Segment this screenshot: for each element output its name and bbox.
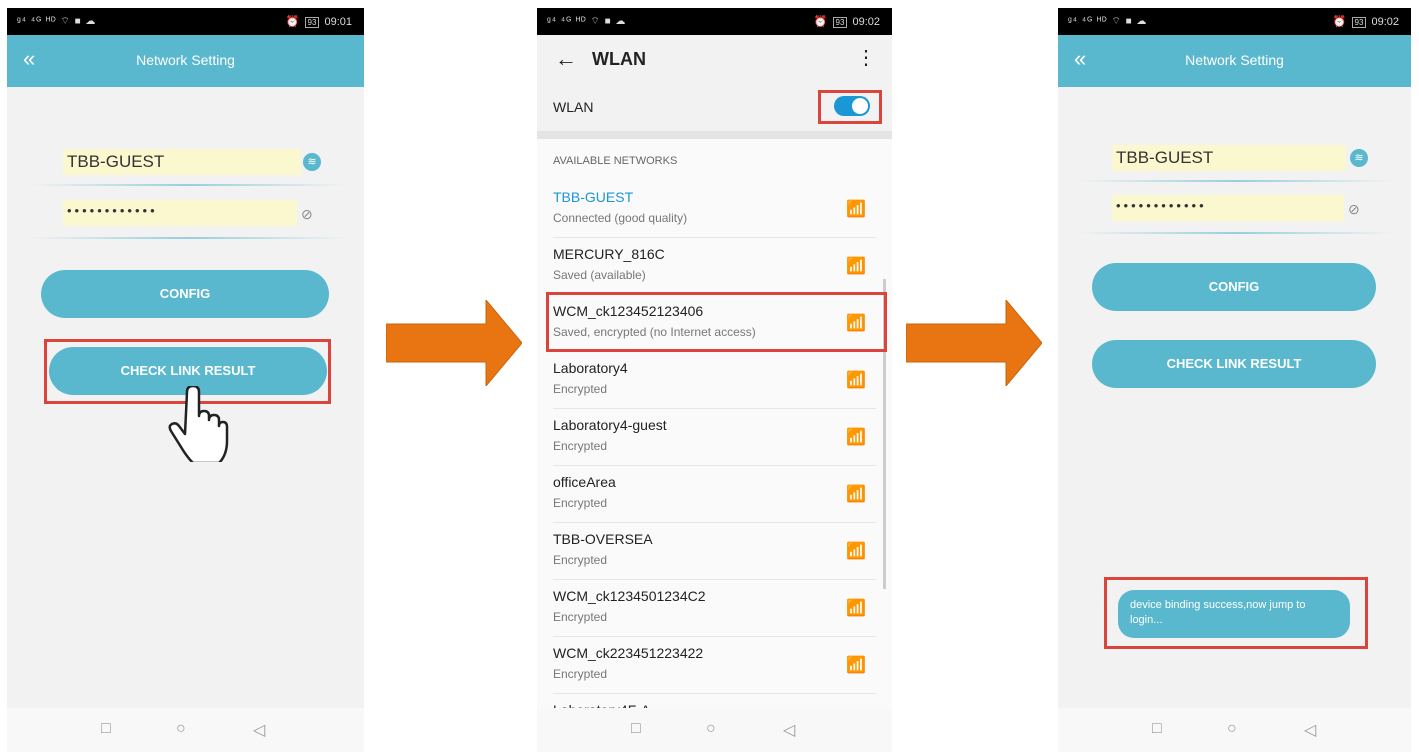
network-item[interactable]: Laboratory4-guest Encrypted 📶 [553, 409, 876, 466]
password-field[interactable]: •••••••••••• [1112, 195, 1344, 221]
page-title: WLAN [592, 49, 646, 69]
status-right: ⏰ 93 09:01 [286, 15, 352, 28]
divider [1078, 180, 1394, 182]
divider [29, 237, 347, 239]
network-status: Encrypted [553, 667, 608, 681]
network-item[interactable]: WCM_ck1234501234C2 Encrypted 📶 [553, 580, 876, 637]
page-title: Network Setting [136, 52, 235, 68]
network-item[interactable]: TBB-OVERSEA Encrypted 📶 [553, 523, 876, 580]
wifi-lock-icon: 📶 [846, 600, 866, 617]
back-icon[interactable]: ◁ [783, 720, 795, 740]
wifi-lock-icon: 📶 [846, 543, 866, 560]
battery-level: 93 [832, 17, 848, 28]
network-item[interactable]: MERCURY_816C Saved (available) 📶 [553, 238, 876, 295]
wifi-icon[interactable]: ≋ [1350, 149, 1368, 167]
highlight-box [818, 90, 882, 124]
status-icons: ᵍ⁴ ⁴ᴳ ᴴᴰ ⌔ ■ ☁ [1068, 16, 1148, 27]
back-arrow-icon[interactable]: ← [555, 46, 577, 72]
status-bar: ᵍ⁴ ⁴ᴳ ᴴᴰ ⌔ ■ ☁ ⏰ 93 09:01 [7, 8, 364, 35]
status-icons: ᵍ⁴ ⁴ᴳ ᴴᴰ ⌔ ■ ☁ [17, 16, 97, 27]
network-status: Encrypted [553, 496, 608, 510]
back-icon[interactable]: ◁ [1304, 720, 1316, 740]
hide-password-icon[interactable]: ⊘ [301, 206, 321, 222]
battery-level: 93 [304, 17, 320, 28]
arrow-right-icon [906, 300, 1042, 386]
network-status: Encrypted [553, 439, 608, 453]
home-icon[interactable]: ○ [176, 720, 186, 738]
network-status: Connected (good quality) [553, 211, 688, 225]
app-header: « Network Setting [1058, 35, 1411, 87]
recents-icon[interactable]: □ [631, 720, 641, 738]
wlan-header: ← WLAN ⋮ [537, 35, 892, 83]
network-name: WCM_ck223451223422 [553, 645, 704, 661]
network-name: Laboratory4-guest [553, 417, 667, 433]
more-options-icon[interactable]: ⋮ [856, 45, 876, 70]
network-name: WCM_ck1234501234C2 [553, 588, 706, 604]
wifi-icon: 📶 [846, 258, 866, 275]
divider [537, 131, 892, 139]
wifi-icon[interactable]: ≋ [303, 153, 321, 171]
alarm-icon: ⏰ [813, 16, 828, 28]
alarm-icon: ⏰ [1332, 16, 1347, 28]
status-icons: ᵍ⁴ ⁴ᴳ ᴴᴰ ⌔ ■ ☁ [547, 16, 627, 27]
arrow-right-icon [386, 300, 522, 386]
status-bar: ᵍ⁴ ⁴ᴳ ᴴᴰ ⌔ ■ ☁ ⏰ 93 09:02 [1058, 8, 1411, 35]
home-icon[interactable]: ○ [1227, 720, 1237, 738]
password-field[interactable]: •••••••••••• [63, 200, 297, 226]
ssid-field[interactable]: TBB-GUEST [63, 149, 301, 175]
system-nav-bar: □ ○ ◁ [537, 708, 892, 752]
config-button[interactable]: CONFIG [1092, 263, 1376, 311]
wifi-lock-icon: 📶 [846, 429, 866, 446]
hide-password-icon[interactable]: ⊘ [1348, 201, 1368, 217]
app-header: « Network Setting [7, 35, 364, 87]
check-link-result-button[interactable]: CHECK LINK RESULT [1092, 340, 1376, 388]
battery-level: 93 [1351, 17, 1367, 28]
network-item[interactable]: WCM_ck223451223422 Encrypted 📶 [553, 637, 876, 694]
page-title: Network Setting [1185, 52, 1284, 68]
status-time: 09:01 [324, 16, 352, 28]
divider [1078, 232, 1394, 234]
phone-screen-network-setting-1: ᵍ⁴ ⁴ᴳ ᴴᴰ ⌔ ■ ☁ ⏰ 93 09:01 « Network Sett… [7, 8, 364, 752]
network-list: AVAILABLE NETWORKS TBB-GUEST Connected (… [537, 139, 892, 711]
status-time: 09:02 [852, 16, 880, 28]
home-icon[interactable]: ○ [706, 720, 716, 738]
status-right: ⏰ 93 09:02 [1333, 15, 1399, 28]
section-title: AVAILABLE NETWORKS [553, 155, 678, 167]
divider [29, 184, 347, 186]
wifi-lock-icon: 📶 [846, 372, 866, 389]
network-status: Encrypted [553, 553, 608, 567]
network-status: Encrypted [553, 610, 608, 624]
network-item[interactable]: officeArea Encrypted 📶 [553, 466, 876, 523]
config-button[interactable]: CONFIG [41, 270, 329, 318]
alarm-icon: ⏰ [285, 16, 300, 28]
status-bar: ᵍ⁴ ⁴ᴳ ᴴᴰ ⌔ ■ ☁ ⏰ 93 09:02 [537, 8, 892, 35]
network-item[interactable]: Laboratory4 Encrypted 📶 [553, 352, 876, 409]
wifi-lock-icon: 📶 [846, 201, 866, 218]
network-name: TBB-OVERSEA [553, 531, 653, 547]
network-name: MERCURY_816C [553, 246, 665, 262]
status-right: ⏰ 93 09:02 [814, 15, 880, 28]
status-time: 09:02 [1371, 16, 1399, 28]
wifi-lock-icon: 📶 [846, 486, 866, 503]
highlight-box [1104, 577, 1368, 649]
hand-pointer-icon [168, 386, 229, 462]
phone-screen-wlan: ᵍ⁴ ⁴ᴳ ᴴᴰ ⌔ ■ ☁ ⏰ 93 09:02 ← WLAN ⋮ WLAN … [537, 8, 892, 752]
system-nav-bar: □ ○ ◁ [7, 708, 364, 752]
phone-screen-network-setting-2: ᵍ⁴ ⁴ᴳ ᴴᴰ ⌔ ■ ☁ ⏰ 93 09:02 « Network Sett… [1058, 8, 1411, 752]
ssid-field[interactable]: TBB-GUEST [1112, 145, 1346, 171]
wlan-label: WLAN [553, 99, 594, 115]
network-name: TBB-GUEST [553, 189, 634, 205]
network-name: officeArea [553, 474, 616, 490]
back-icon[interactable]: ◁ [253, 720, 265, 740]
wifi-lock-icon: 📶 [846, 657, 866, 674]
network-name: Laboratory4 [553, 360, 628, 376]
recents-icon[interactable]: □ [1152, 720, 1162, 738]
network-item[interactable]: TBB-GUEST Connected (good quality) 📶 [553, 181, 876, 238]
network-status: Encrypted [553, 382, 608, 396]
recents-icon[interactable]: □ [101, 720, 111, 738]
highlight-box [546, 292, 887, 352]
network-status: Saved (available) [553, 268, 646, 282]
system-nav-bar: □ ○ ◁ [1058, 708, 1411, 752]
